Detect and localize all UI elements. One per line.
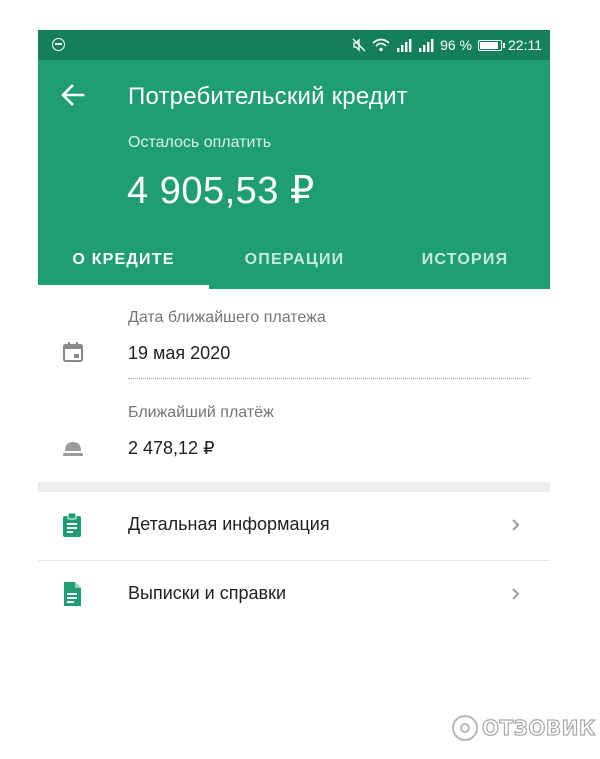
remaining-label: Осталось оплатить [128,134,272,151]
battery-icon [478,39,505,51]
back-arrow-icon[interactable] [60,82,86,108]
app-screen: 96 % 22:11 Потребительский кредит Остало… [38,30,550,759]
tab-history[interactable]: ИСТОРИЯ [380,240,550,286]
detailed-info-label: Детальная информация [128,514,330,534]
chevron-right-icon [512,519,520,531]
clipboard-icon [63,512,81,537]
wifi-icon [372,38,390,52]
app-header: 96 % 22:11 Потребительский кредит Остало… [38,30,550,289]
watermark: ОТЗОВИК [452,715,596,741]
watermark-text: ОТЗОВИК [481,715,596,740]
next-payment-date-label: Дата ближайшего платежа [128,309,326,326]
next-payment-value: 2 478,12 ₽ [128,438,215,458]
tab-operations[interactable]: ОПЕРАЦИИ [209,240,380,286]
battery-level-fill [480,41,499,49]
page-title: Потребительский кредит [128,83,408,110]
battery-percent: 96 % [440,37,472,53]
tab-bar: О КРЕДИТЕ ОПЕРАЦИИ ИСТОРИЯ [38,240,550,289]
coin-icon [63,442,83,456]
next-payment-date-value: 19 мая 2020 [128,343,231,363]
remaining-amount: 4 905,53 ₽ [127,170,315,212]
calendar-icon [63,342,83,362]
notification-icon [52,38,65,51]
status-bar: 96 % 22:11 [38,30,550,60]
mute-icon [352,38,366,52]
dotted-divider [128,378,530,379]
statements-row[interactable]: Выписки и справки [38,561,550,629]
document-icon [64,582,81,606]
chevron-right-icon [512,588,520,600]
status-icons: 96 % 22:11 [352,30,542,60]
status-time: 22:11 [508,37,542,53]
signal-icon [419,38,434,52]
signal-icon [397,38,412,52]
section-divider [38,482,550,492]
tab-about-credit[interactable]: О КРЕДИТЕ [38,240,209,286]
next-payment-label: Ближайший платёж [128,404,274,421]
active-tab-indicator [38,285,209,289]
detailed-info-row[interactable]: Детальная информация [38,492,550,560]
statements-label: Выписки и справки [128,583,286,603]
watermark-logo-icon [452,715,478,741]
